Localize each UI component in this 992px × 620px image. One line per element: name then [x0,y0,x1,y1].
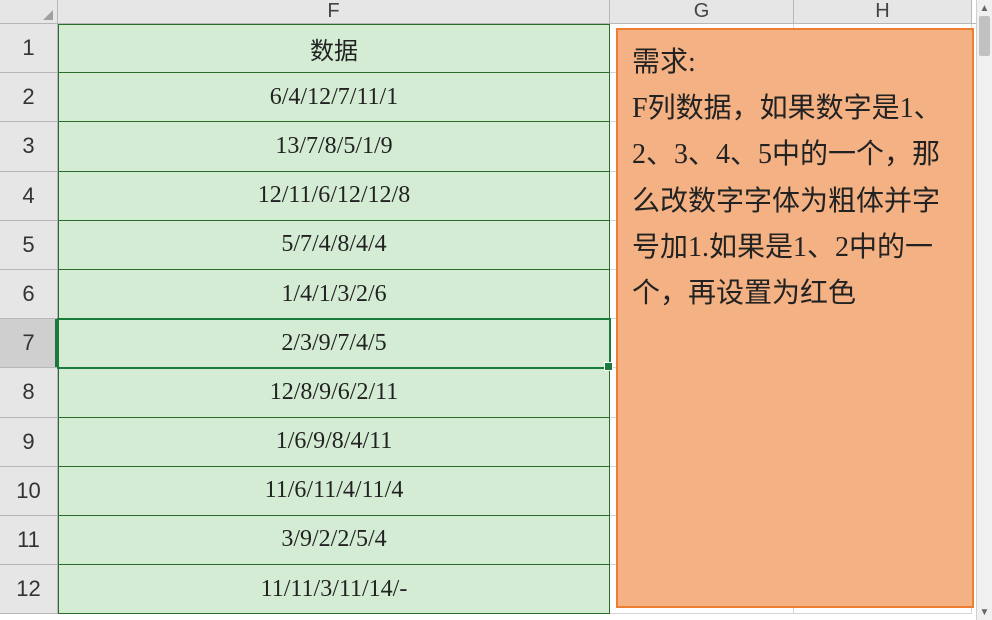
cell-F2[interactable]: 6/4/12/7/11/1 [58,73,610,122]
cell-F4[interactable]: 12/11/6/12/12/8 [58,172,610,221]
cell-F12[interactable]: 11/11/3/11/14/- [58,565,610,614]
row-header[interactable]: 11 [0,516,58,565]
cell-F11[interactable]: 3/9/2/2/5/4 [58,516,610,565]
cell-F1[interactable]: 数据 [58,24,610,73]
row-header[interactable]: 6 [0,270,58,319]
row-header[interactable]: 9 [0,418,58,467]
cell-F9[interactable]: 1/6/9/8/4/11 [58,418,610,467]
column-header-F[interactable]: F [58,0,610,23]
row-header[interactable]: 2 [0,73,58,122]
row-header[interactable]: 4 [0,172,58,221]
scroll-down-icon[interactable]: ▼ [977,604,992,620]
row-header[interactable]: 10 [0,467,58,516]
cell-F7-active[interactable]: 2/3/9/7/4/5 [58,319,610,368]
vertical-scrollbar[interactable]: ▲ ▼ [976,0,992,620]
row-header[interactable]: 3 [0,122,58,171]
row-header[interactable]: 1 [0,24,58,73]
cell-F5[interactable]: 5/7/4/8/4/4 [58,221,610,270]
requirement-note-box[interactable]: 需求: F列数据，如果数字是1、2、3、4、5中的一个，那么改数字字体为粗体并字… [616,28,974,608]
cell-F3[interactable]: 13/7/8/5/1/9 [58,122,610,171]
cell-F6[interactable]: 1/4/1/3/2/6 [58,270,610,319]
cell-F8[interactable]: 12/8/9/6/2/11 [58,368,610,417]
row-header[interactable]: 8 [0,368,58,417]
cell-F10[interactable]: 11/6/11/4/11/4 [58,467,610,516]
scroll-up-icon[interactable]: ▲ [977,0,992,16]
scroll-track[interactable] [977,16,992,604]
row-header[interactable]: 12 [0,565,58,614]
row-header[interactable]: 7 [0,319,58,368]
column-header-row: F G H [0,0,992,24]
requirement-note-text: 需求: F列数据，如果数字是1、2、3、4、5中的一个，那么改数字字体为粗体并字… [632,47,942,309]
spreadsheet: F G H 1 数据 2 6/4/12/7/11/1 3 13/7/8/5/1/… [0,0,992,614]
column-header-H[interactable]: H [794,0,972,23]
column-header-G[interactable]: G [610,0,794,23]
row-header[interactable]: 5 [0,221,58,270]
select-all-corner[interactable] [0,0,58,23]
scroll-thumb[interactable] [979,16,990,56]
